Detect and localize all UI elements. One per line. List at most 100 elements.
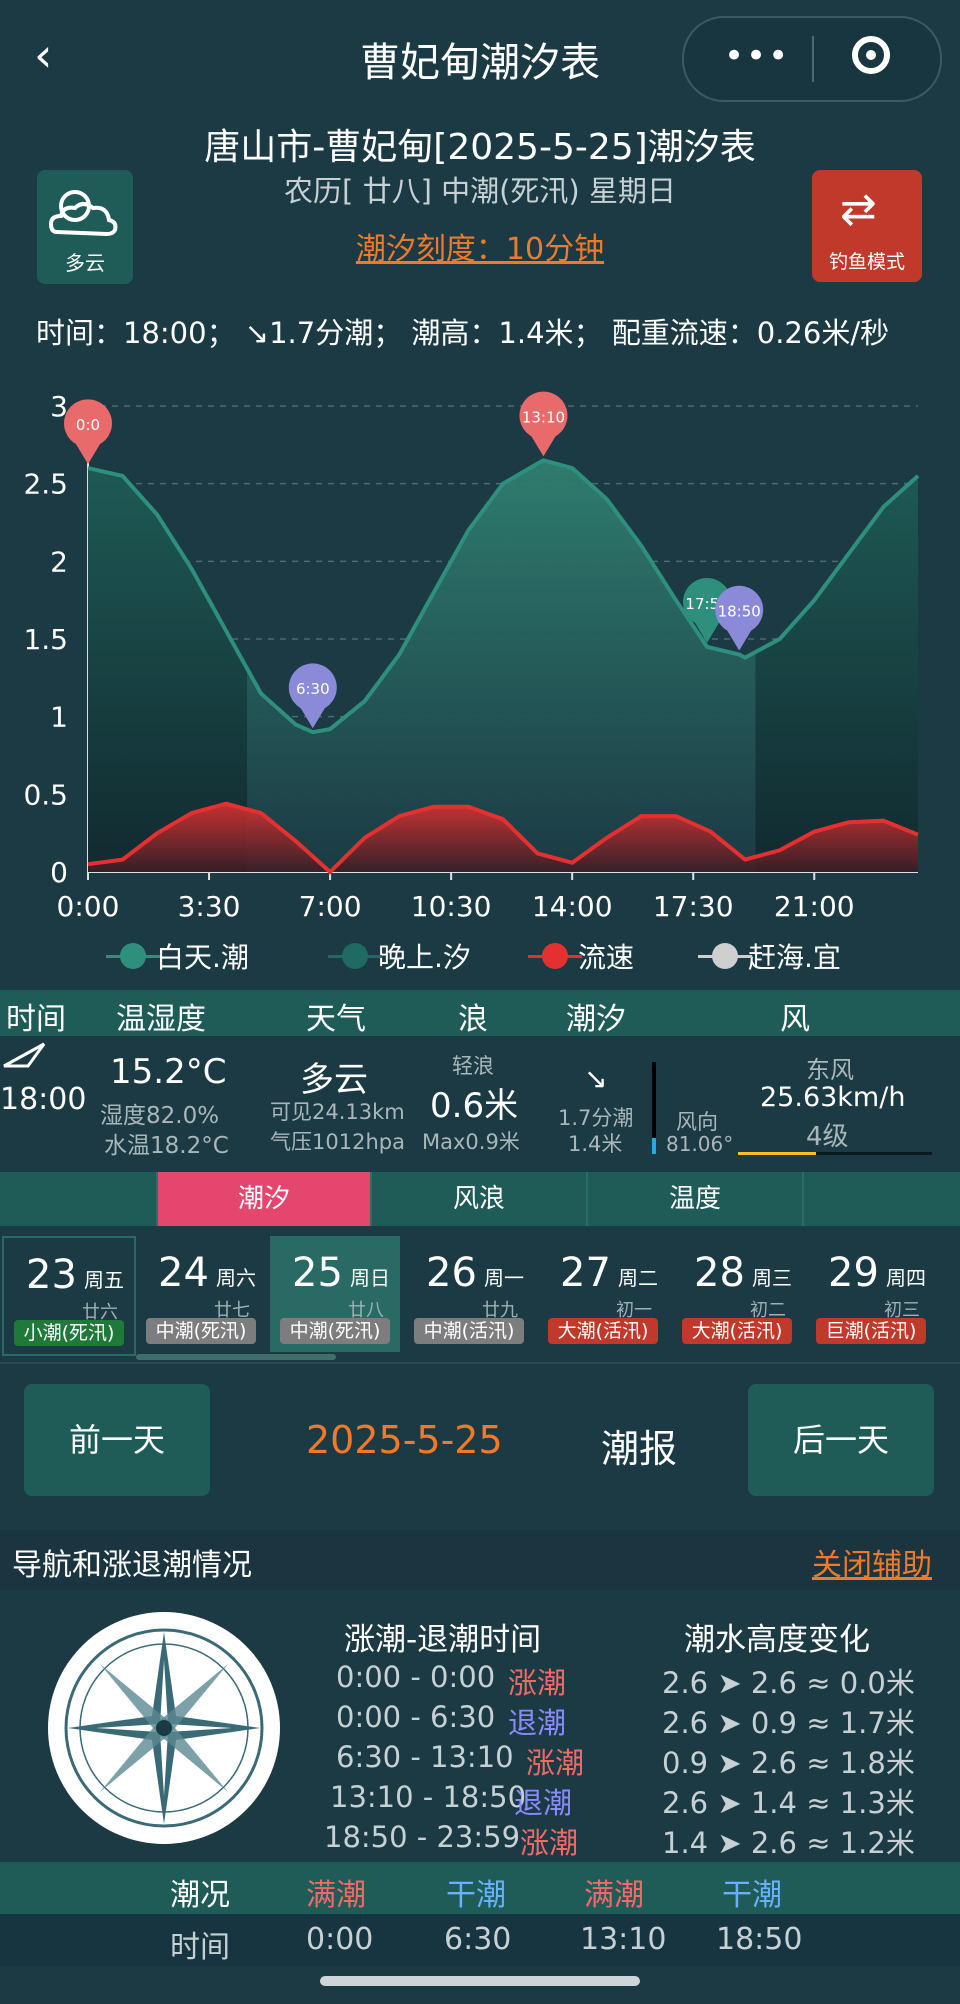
day-tide-badge: 中潮(活汛) [414, 1318, 524, 1344]
time-value: 13:10 [580, 1922, 667, 1957]
close-circle-icon[interactable] [852, 36, 890, 74]
tide-marker-pin[interactable]: 18:50 [715, 585, 764, 651]
y-tick-label: 1.5 [23, 623, 68, 656]
tide-range: 13:10 - 18:50 [330, 1780, 527, 1814]
row-humidity: 湿度82.0% [100, 1103, 220, 1129]
day-weekday: 周二 [618, 1266, 658, 1290]
wind-direction-icon [3, 1042, 46, 1068]
tide-scale-text: 潮汐刻度：10分钟 [355, 232, 605, 267]
status-low: 干潮 [722, 1878, 782, 1913]
chart-tabs: 潮汐 风浪 温度 [0, 1172, 960, 1226]
status-high: 满潮 [584, 1878, 644, 1913]
marker-time-label: 18:50 [718, 603, 761, 621]
row-wave-max: Max0.9米 [422, 1130, 520, 1154]
tide-chart[interactable]: 00.511.522.530:00 3:30 7:00 10:30 14:00 17:30… [0, 380, 960, 930]
tide-marker-pin[interactable]: 13:10 [519, 391, 568, 457]
row-time: 18:00 [0, 1082, 87, 1117]
tab-tide[interactable]: 潮汐 [158, 1172, 372, 1226]
legend-day-marker [106, 943, 160, 969]
day-weekday: 周五 [84, 1268, 124, 1292]
row-wind-speed: 25.63km/h [760, 1082, 906, 1113]
tide-type: 退潮 [508, 1706, 567, 1740]
y-tick-label: 2.5 [23, 468, 68, 501]
legend-night-tide[interactable]: 晚上.汐 [328, 936, 471, 976]
day-tide-badge: 小潮(死汛) [14, 1320, 124, 1346]
x-tick-label: 14:00 [532, 890, 613, 923]
tide-times-header: 涨潮-退潮时间 [344, 1622, 542, 1658]
day-item-28[interactable]: 28 周三 初二 大潮(活汛) [672, 1236, 802, 1352]
more-icon[interactable]: ••• [724, 36, 790, 76]
legend-night-label: 晚上.汐 [378, 941, 471, 974]
y-tick-label: 0 [50, 856, 68, 889]
day-weekday: 周日 [350, 1266, 390, 1290]
tide-marker-pin[interactable]: 6:30 [288, 663, 337, 729]
section-title: 导航和涨退潮情况 [12, 1548, 252, 1583]
tide-report-label[interactable]: 潮报 [601, 1418, 677, 1473]
col-temp-humidity: 温湿度 [116, 1002, 206, 1037]
tide-type: 涨潮 [520, 1826, 579, 1860]
tide-marker-pin[interactable]: 0:0 [64, 399, 113, 465]
y-tick-label: 0.5 [23, 778, 68, 811]
day-item-23[interactable]: 23 周五 廿六 小潮(死汛) [2, 1236, 136, 1356]
legend-flow-speed[interactable]: 流速 [528, 936, 635, 976]
tide-time-row: 时间 0:00 6:30 13:10 18:50 [0, 1914, 960, 1966]
date-strip-scrollbar[interactable] [136, 1354, 336, 1360]
current-date[interactable]: 2025-5-25 [306, 1418, 503, 1462]
divider [0, 1362, 960, 1364]
mini-program-capsule: ••• [682, 16, 942, 102]
x-tick-label: 0:00 [57, 890, 120, 923]
prev-day-button[interactable]: 前一天 [24, 1384, 210, 1496]
tab-wind-wave[interactable]: 风浪 [372, 1172, 588, 1226]
close-assist-link[interactable]: 关闭辅助 [812, 1540, 932, 1584]
day-weekday: 周六 [216, 1266, 256, 1290]
row-water-temp: 水温18.2°C [104, 1133, 229, 1159]
current-tide-info: 时间：18:00； ↘1.7分潮； 潮高：1.4米； 配重流速：0.26米/秒 [36, 316, 890, 350]
day-number: 27 [560, 1250, 611, 1296]
tide-height-change: 1.4 ➤ 2.6 ≈ 1.2米 [662, 1826, 915, 1860]
status-high: 满潮 [306, 1878, 366, 1913]
next-day-button[interactable]: 后一天 [748, 1384, 934, 1496]
wind-gauge-fill [652, 1138, 656, 1154]
day-number: 28 [694, 1250, 745, 1296]
day-number: 25 [292, 1250, 343, 1296]
date-strip[interactable]: 23 周五 廿六 小潮(死汛) 24 周六 廿七 中潮(死汛) 25 周日 廿八… [0, 1232, 960, 1362]
day-number: 29 [828, 1250, 879, 1296]
day-number: 23 [26, 1252, 77, 1298]
row-pressure: 气压1012hpa [270, 1130, 405, 1154]
day-item-26[interactable]: 26 周一 廿九 中潮(活汛) [404, 1236, 534, 1352]
tide-height-change: 2.6 ➤ 2.6 ≈ 0.0米 [662, 1666, 915, 1700]
compass-icon [48, 1612, 280, 1844]
marker-time-label: 0:0 [76, 416, 100, 434]
weather-button[interactable]: 多云 [37, 170, 133, 284]
status-low: 干潮 [446, 1878, 506, 1913]
day-tide-badge: 中潮(死汛) [280, 1318, 390, 1344]
location-title: 唐山市-曹妃甸[2025-5-25]潮汐表 [204, 127, 756, 168]
conditions-table-header: 时间 温湿度 天气 浪 潮汐 风 [0, 990, 960, 1037]
tab-temperature[interactable]: 温度 [588, 1172, 804, 1226]
legend-flow-marker [528, 943, 582, 969]
tide-height-change: 2.6 ➤ 1.4 ≈ 1.3米 [662, 1786, 915, 1820]
legend-day-tide[interactable]: 白天.潮 [106, 936, 249, 976]
legend-beachcombing[interactable]: 赶海.宜 [698, 936, 841, 976]
day-item-29[interactable]: 29 周四 初三 巨潮(活汛) [806, 1236, 936, 1352]
legend-beach-label: 赶海.宜 [748, 941, 841, 974]
day-weekday: 周三 [752, 1266, 792, 1290]
wind-level-fill [738, 1152, 816, 1155]
marker-time-label: 6:30 [296, 680, 330, 698]
day-item-24[interactable]: 24 周六 廿七 中潮(死汛) [136, 1236, 266, 1352]
legend-flow-label: 流速 [578, 941, 635, 974]
y-tick-label: 2 [50, 545, 68, 578]
time-value: 18:50 [716, 1922, 803, 1957]
tide-type: 涨潮 [526, 1746, 585, 1780]
day-item-25-selected[interactable]: 25 周日 廿八 中潮(死汛) [270, 1236, 400, 1352]
day-number: 26 [426, 1250, 477, 1296]
row-tide-height: 1.4米 [568, 1132, 623, 1156]
tide-height-change: 2.6 ➤ 0.9 ≈ 1.7米 [662, 1706, 915, 1740]
col-tide: 潮汐 [566, 1002, 626, 1037]
tide-type: 涨潮 [508, 1666, 567, 1700]
fishing-mode-button[interactable]: ⇄ 钓鱼模式 [812, 170, 922, 282]
col-wave: 浪 [458, 1002, 488, 1037]
day-item-27[interactable]: 27 周二 初一 大潮(活汛) [538, 1236, 668, 1352]
day-weekday: 周四 [886, 1266, 926, 1290]
time-value: 0:00 [306, 1922, 374, 1957]
